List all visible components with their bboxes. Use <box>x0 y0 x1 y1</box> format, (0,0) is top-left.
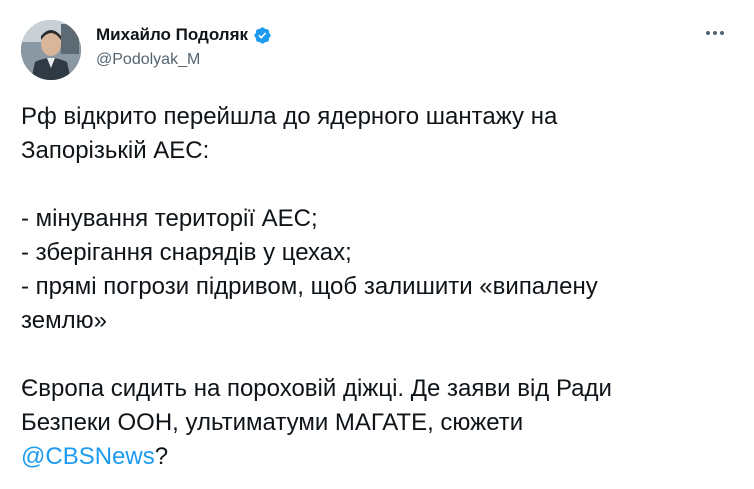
tweet-bullet-continued: землю» <box>21 307 107 334</box>
tweet-bullet: - мінування території АЕС; <box>21 205 318 232</box>
avatar-photo <box>21 20 81 80</box>
tweet-line: Безпеки ООН, ультиматуми МАГАТЕ, сюжети <box>21 409 524 436</box>
tweet-line-last: @CBSNews? <box>21 440 733 474</box>
tweet-bullet: - зберігання снарядів у цехах; <box>21 239 352 266</box>
mention-link[interactable]: @CBSNews <box>21 443 155 470</box>
tweet-line: Запорізькій АЕС: <box>21 137 210 164</box>
more-options-icon[interactable] <box>700 22 730 44</box>
tweet-card: Михайло Подоляк @Podolyak_M Рф відкрито … <box>0 0 754 489</box>
tweet-line: Європа сидить на пороховій діжці. Де зая… <box>21 375 612 402</box>
author-header: Михайло Подоляк @Podolyak_M <box>96 24 272 69</box>
author-name[interactable]: Михайло Подоляк <box>96 25 248 45</box>
author-handle[interactable]: @Podolyak_M <box>96 51 272 69</box>
avatar[interactable] <box>21 20 81 80</box>
tweet-line: Рф відкрито перейшла до ядерного шантажу… <box>21 103 558 130</box>
question-mark: ? <box>154 443 169 470</box>
tweet-bullet: - прямі погрози підривом, щоб залишити «… <box>21 273 598 300</box>
verified-badge-icon <box>254 26 271 44</box>
tweet-text: Рф відкрито перейшла до ядерного шантажу… <box>21 100 733 474</box>
